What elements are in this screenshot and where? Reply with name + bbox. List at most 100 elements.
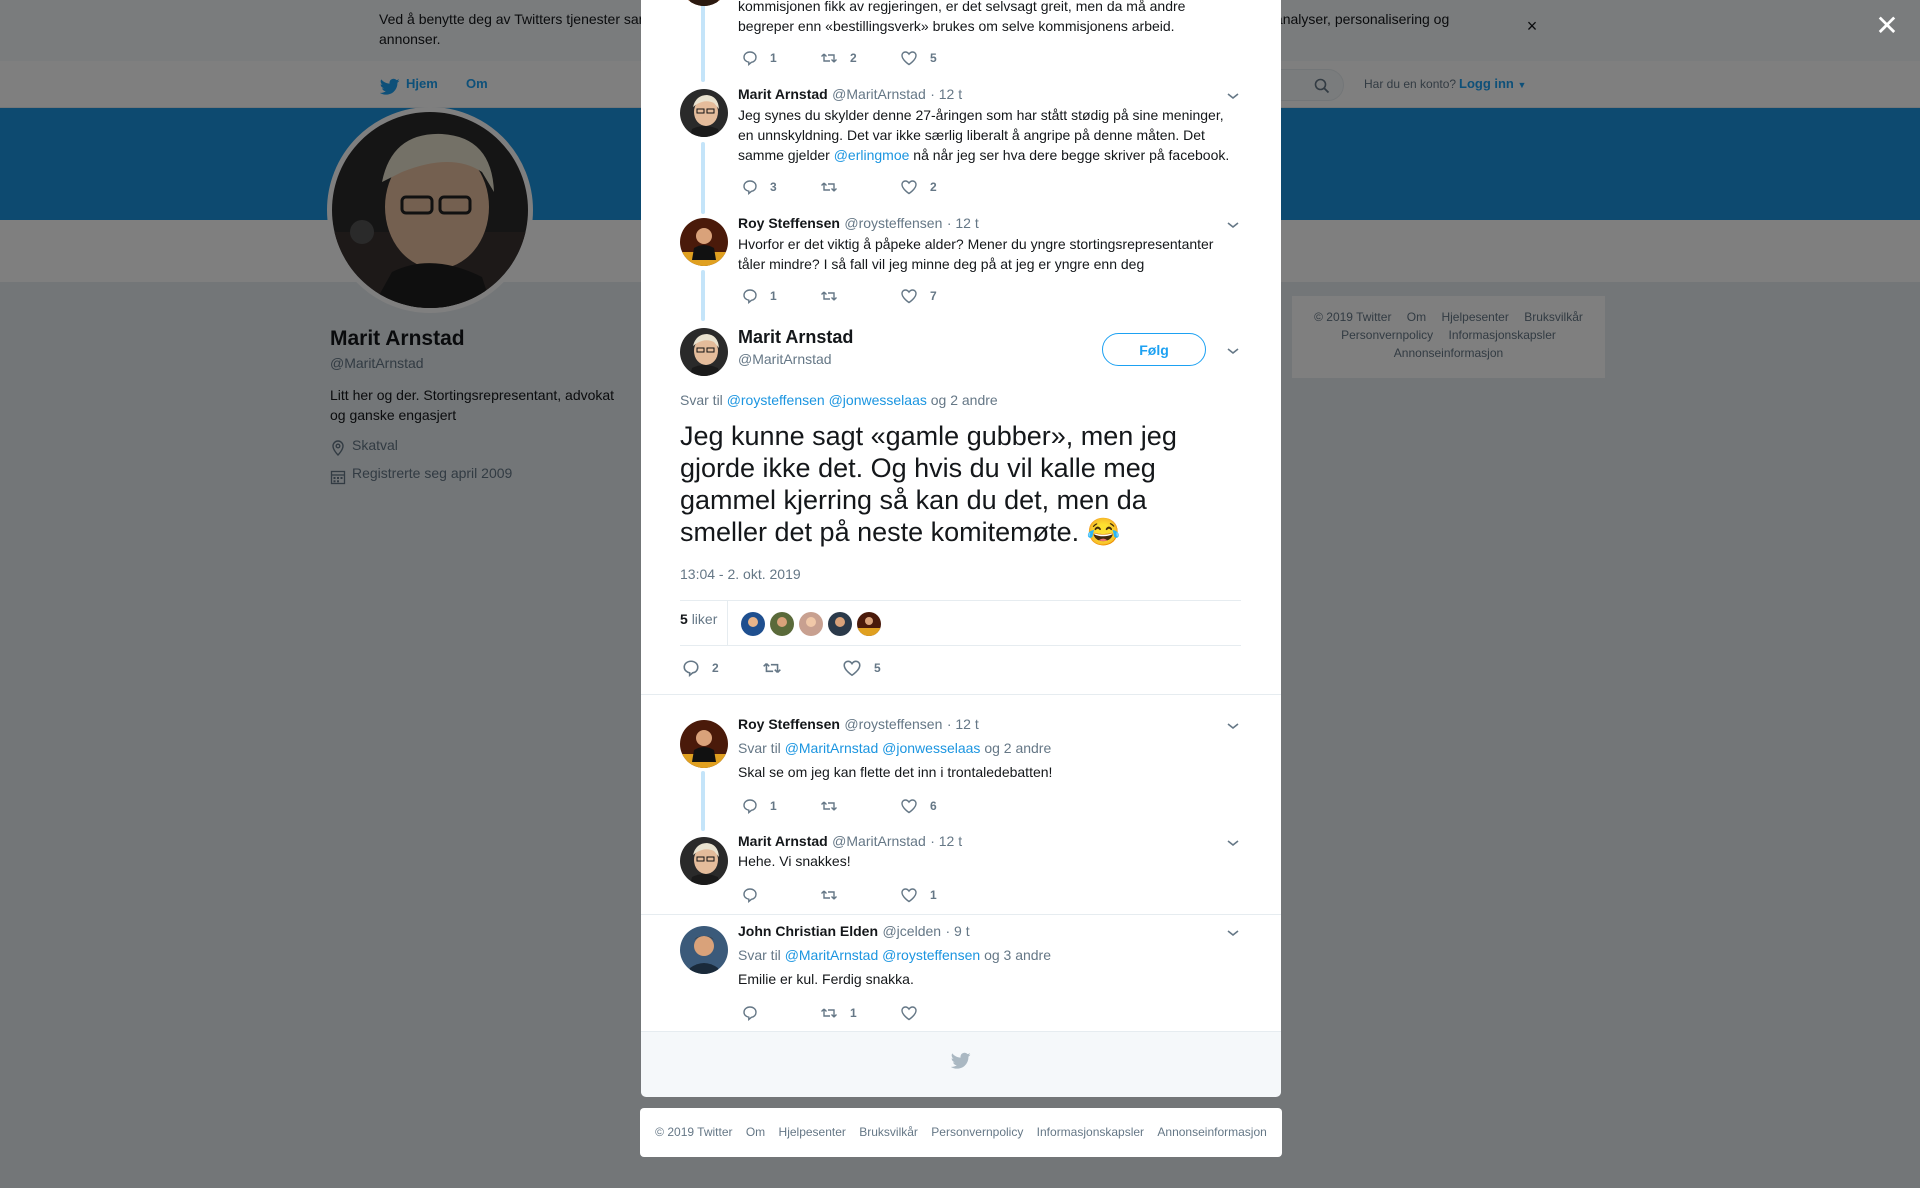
reply-to-more[interactable]: og 2 andre — [931, 392, 998, 408]
reply-action[interactable]: 1 — [742, 797, 777, 815]
reply-to-more[interactable]: og 3 andre — [984, 947, 1051, 963]
tweet-author-name[interactable]: Marit Arnstad — [738, 833, 828, 849]
reply-action[interactable]: 1 — [742, 287, 777, 305]
footer-link-help[interactable]: Hjelpesenter — [779, 1125, 846, 1139]
main-tweet-author-name[interactable]: Marit Arnstad — [738, 327, 853, 348]
reply-action[interactable]: 2 — [682, 659, 719, 677]
like-action[interactable] — [900, 1004, 930, 1022]
mention-link[interactable]: @jonwesselaas — [829, 392, 927, 408]
footer-link-ads[interactable]: Annonseinformasjon — [1157, 1125, 1266, 1139]
follow-button[interactable]: Følg — [1102, 333, 1206, 366]
retweet-icon[interactable] — [820, 288, 838, 304]
chevron-down-icon[interactable] — [1226, 346, 1240, 356]
like-icon[interactable] — [900, 1005, 918, 1021]
footer-link-terms[interactable]: Bruksvilkår — [859, 1125, 918, 1139]
tweet-author-handle[interactable]: @roysteffensen — [844, 215, 942, 231]
retweet-icon[interactable] — [762, 659, 782, 677]
tweet-time[interactable]: · 12 t — [947, 215, 979, 231]
reply-icon[interactable] — [742, 179, 758, 195]
tweet-author-name[interactable]: John Christian Elden — [738, 923, 878, 939]
reply-icon[interactable] — [742, 50, 758, 66]
mention-link[interactable]: @MaritArnstad — [785, 740, 879, 756]
retweet-icon[interactable] — [820, 887, 838, 903]
reply-icon[interactable] — [682, 659, 700, 677]
like-action[interactable]: 2 — [900, 178, 937, 196]
avatar[interactable] — [680, 926, 728, 974]
mention-link[interactable]: @erlingmoe — [834, 147, 910, 163]
reply-to-more[interactable]: og 2 andre — [984, 740, 1051, 756]
liker-avatar[interactable] — [856, 611, 882, 637]
tweet-author-handle[interactable]: @MaritArnstad — [832, 833, 926, 849]
likes-stat-label[interactable]: liker — [692, 611, 718, 627]
chevron-down-icon[interactable] — [1226, 838, 1240, 848]
liker-avatar[interactable] — [740, 611, 766, 637]
chevron-down-icon[interactable] — [1226, 220, 1240, 230]
avatar[interactable] — [680, 328, 728, 376]
reply-action[interactable] — [742, 886, 770, 904]
like-icon[interactable] — [900, 288, 918, 304]
reply-action[interactable] — [742, 1004, 770, 1022]
reply-action[interactable]: 1 — [742, 49, 777, 67]
footer-link-cookies[interactable]: Informasjonskapsler — [1037, 1125, 1144, 1139]
footer-link-privacy[interactable]: Personvernpolicy — [931, 1125, 1023, 1139]
chevron-down-icon[interactable] — [1226, 928, 1240, 938]
like-count: 2 — [930, 180, 937, 194]
reply-action[interactable]: 3 — [742, 178, 777, 196]
main-tweet-author-handle[interactable]: @MaritArnstad — [738, 351, 832, 367]
like-action[interactable]: 5 — [842, 659, 881, 677]
like-icon[interactable] — [900, 179, 918, 195]
tweet-author-handle[interactable]: @jcelden — [882, 923, 941, 939]
retweet-icon[interactable] — [820, 179, 838, 195]
close-icon[interactable]: ✕ — [1872, 12, 1902, 42]
tweet-author-name[interactable]: Roy Steffensen — [738, 215, 840, 231]
mention-link[interactable]: @roysteffensen — [727, 392, 825, 408]
retweet-action[interactable] — [820, 178, 850, 196]
retweet-icon[interactable] — [820, 1005, 838, 1021]
tweet-time[interactable]: · 12 t — [930, 833, 962, 849]
avatar[interactable] — [680, 837, 728, 885]
tweet-author-handle[interactable]: @roysteffensen — [844, 716, 942, 732]
retweet-action[interactable]: 2 — [820, 49, 857, 67]
tweet-author-handle[interactable]: @MaritArnstad — [832, 86, 926, 102]
avatar[interactable] — [680, 720, 728, 768]
likes-stat[interactable]: 5 liker — [680, 611, 717, 627]
liker-avatar[interactable] — [827, 611, 853, 637]
tweet-author-name[interactable]: Marit Arnstad — [738, 86, 828, 102]
like-action[interactable]: 5 — [900, 49, 937, 67]
like-icon[interactable] — [900, 798, 918, 814]
tweet-time[interactable]: · 12 t — [947, 716, 979, 732]
retweet-action[interactable] — [820, 886, 850, 904]
like-icon[interactable] — [900, 50, 918, 66]
reply-icon[interactable] — [742, 798, 758, 814]
mention-link[interactable]: @jonwesselaas — [882, 740, 980, 756]
retweet-icon[interactable] — [820, 798, 838, 814]
like-action[interactable]: 7 — [900, 287, 937, 305]
avatar[interactable] — [680, 89, 728, 137]
like-icon[interactable] — [900, 887, 918, 903]
reply-icon[interactable] — [742, 288, 758, 304]
reply-icon[interactable] — [742, 1005, 758, 1021]
retweet-icon[interactable] — [820, 50, 838, 66]
like-icon[interactable] — [842, 659, 862, 677]
tweet-author-name[interactable]: Roy Steffensen — [738, 716, 840, 732]
retweet-action[interactable]: 1 — [820, 1004, 857, 1022]
chevron-down-icon[interactable] — [1226, 721, 1240, 731]
likes-stat-count[interactable]: 5 — [680, 611, 688, 627]
retweet-action[interactable] — [820, 287, 850, 305]
footer-link-about[interactable]: Om — [746, 1125, 765, 1139]
tweet-time[interactable]: · 12 t — [930, 86, 962, 102]
liker-avatar[interactable] — [769, 611, 795, 637]
reply-icon[interactable] — [742, 887, 758, 903]
mention-link[interactable]: @MaritArnstad — [785, 947, 879, 963]
mention-link[interactable]: @roysteffensen — [882, 947, 980, 963]
like-action[interactable]: 1 — [900, 886, 937, 904]
like-action[interactable]: 6 — [900, 797, 937, 815]
retweet-action[interactable] — [762, 659, 794, 677]
tweet-time[interactable]: · 9 t — [946, 923, 970, 939]
liker-avatar[interactable] — [798, 611, 824, 637]
main-tweet-timestamp[interactable]: 13:04 - 2. okt. 2019 — [680, 566, 801, 582]
avatar[interactable] — [680, 218, 728, 266]
chevron-down-icon[interactable] — [1226, 91, 1240, 101]
retweet-action[interactable] — [820, 797, 850, 815]
reply-count: 2 — [712, 661, 719, 675]
